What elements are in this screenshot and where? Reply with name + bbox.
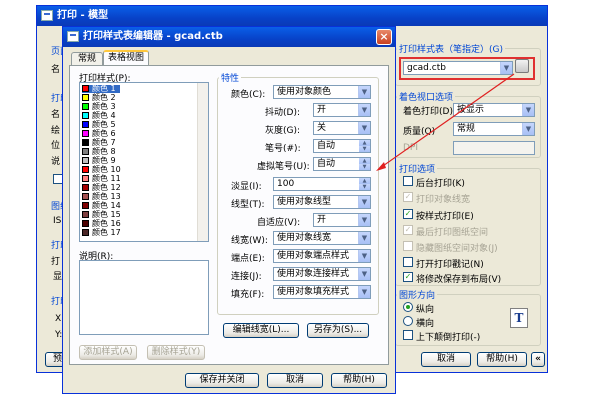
annotation-arrow (376, 73, 515, 171)
